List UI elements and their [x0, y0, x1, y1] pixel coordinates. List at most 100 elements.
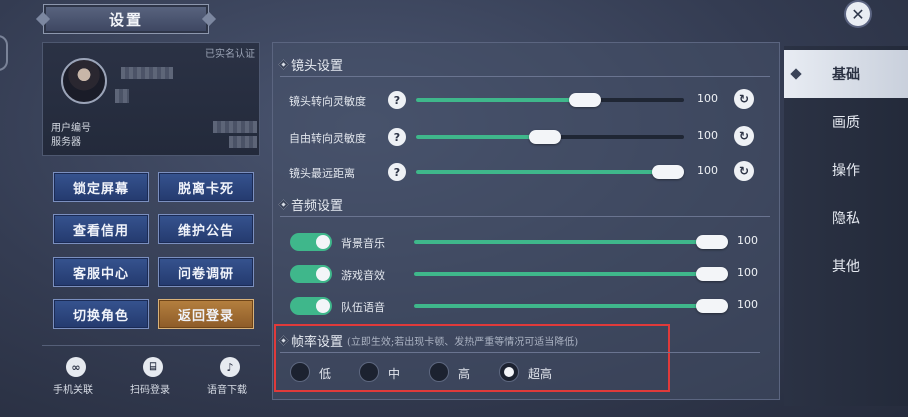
diamond-icon [278, 59, 289, 70]
sfx-toggle[interactable] [290, 265, 332, 283]
music-note-icon[interactable]: ♪ [220, 357, 240, 377]
bgm-volume-slider[interactable] [414, 235, 728, 249]
tab-controls[interactable]: 操作 [784, 146, 908, 194]
divider [42, 345, 260, 346]
redacted-user-id [213, 121, 257, 133]
reset-icon[interactable]: ↻ [734, 89, 754, 109]
survey-button[interactable]: 问卷调研 [158, 257, 254, 287]
unstuck-button[interactable]: 脱离卡死 [158, 172, 254, 202]
sfx-volume-slider[interactable] [414, 267, 728, 281]
maintenance-notice-button[interactable]: 维护公告 [158, 214, 254, 244]
slider-fill [416, 98, 585, 102]
profile-card: 已实名认证 用户编号 服务器 [42, 42, 260, 156]
framerate-high-radio[interactable] [429, 362, 449, 382]
divider [280, 216, 770, 217]
tab-basic[interactable]: 基础 [784, 50, 908, 98]
server-label: 服务器 [51, 137, 81, 148]
switch-character-button[interactable]: 切换角色 [53, 299, 149, 329]
tab-label: 画质 [832, 115, 860, 131]
verified-badge: 已实名认证 [205, 49, 255, 60]
team-voice-label: 队伍语音 [341, 301, 385, 314]
free-turn-sensitivity-slider[interactable] [416, 130, 684, 144]
tab-label: 基础 [832, 67, 860, 83]
scan-icon[interactable]: ⌸ [143, 357, 163, 377]
phone-link-label[interactable]: 手机关联 [53, 381, 93, 396]
settings-tabs: 基础 画质 操作 隐私 其他 [784, 46, 908, 406]
tab-label: 隐私 [832, 211, 860, 227]
slider-handle[interactable] [528, 130, 561, 144]
help-icon[interactable]: ? [388, 163, 406, 181]
slider-fill [416, 170, 684, 174]
camera-section-label: 镜头设置 [291, 59, 344, 74]
slider-fill [414, 272, 728, 276]
audio-section-title: 音频设置 [278, 195, 344, 214]
redacted-name [121, 67, 173, 79]
toggle-knob [316, 267, 330, 281]
framerate-ultra-radio[interactable] [499, 362, 519, 382]
framerate-section-title: 帧率设置 (立即生效;若出现卡顿、发热严重等情况可适当降低) [278, 331, 579, 350]
left-edge-ornament [0, 35, 8, 71]
sfx-label: 游戏音效 [341, 269, 385, 282]
team-voice-volume-value: 100 [737, 298, 758, 311]
camera-section-title: 镜头设置 [278, 55, 344, 74]
slider-fill [416, 135, 545, 139]
reset-icon[interactable]: ↻ [734, 126, 754, 146]
reset-icon[interactable]: ↻ [734, 161, 754, 181]
close-icon[interactable]: ✕ [846, 2, 870, 26]
qr-login-label[interactable]: 扫码登录 [130, 381, 170, 396]
lock-screen-button[interactable]: 锁定屏幕 [53, 172, 149, 202]
redacted-badge [115, 89, 129, 103]
tab-label: 其他 [832, 259, 860, 275]
camera-turn-sensitivity-value: 100 [697, 92, 718, 105]
diamond-icon [278, 335, 289, 346]
help-icon[interactable]: ? [388, 91, 406, 109]
divider [280, 76, 770, 77]
slider-handle[interactable] [696, 235, 728, 249]
bgm-toggle[interactable] [290, 233, 332, 251]
divider [280, 352, 760, 353]
slider-handle[interactable] [568, 93, 601, 107]
bgm-label: 背景音乐 [341, 237, 385, 250]
framerate-high-label[interactable]: 高 [458, 365, 470, 382]
diamond-icon [790, 68, 802, 80]
audio-section-label: 音频设置 [291, 199, 344, 214]
slider-handle[interactable] [652, 165, 684, 179]
avatar[interactable] [61, 58, 107, 104]
sfx-volume-value: 100 [737, 266, 758, 279]
redacted-server [229, 136, 257, 148]
help-icon[interactable]: ? [388, 128, 406, 146]
framerate-mid-radio[interactable] [359, 362, 379, 382]
camera-turn-sensitivity-slider[interactable] [416, 93, 684, 107]
framerate-section-label: 帧率设置 [291, 335, 344, 350]
customer-service-button[interactable]: 客服中心 [53, 257, 149, 287]
slider-handle[interactable] [696, 299, 728, 313]
link-icon[interactable]: ∞ [66, 357, 86, 377]
page-title: 设置 [43, 4, 209, 34]
toggle-knob [316, 299, 330, 313]
framerate-note: (立即生效;若出现卡顿、发热严重等情况可适当降低) [347, 337, 579, 348]
slider-fill [414, 240, 728, 244]
slider-handle[interactable] [696, 267, 728, 281]
tab-other[interactable]: 其他 [784, 242, 908, 290]
team-voice-toggle[interactable] [290, 297, 332, 315]
framerate-ultra-label[interactable]: 超高 [528, 365, 552, 382]
bgm-volume-value: 100 [737, 234, 758, 247]
framerate-low-label[interactable]: 低 [319, 365, 331, 382]
tab-privacy[interactable]: 隐私 [784, 194, 908, 242]
voice-download-label[interactable]: 语音下载 [207, 381, 247, 396]
camera-max-distance-slider[interactable] [416, 165, 684, 179]
team-voice-volume-slider[interactable] [414, 299, 728, 313]
camera-max-distance-value: 100 [697, 164, 718, 177]
return-login-button[interactable]: 返回登录 [158, 299, 254, 329]
free-turn-sensitivity-label: 自由转向灵敏度 [289, 132, 366, 145]
camera-turn-sensitivity-label: 镜头转向灵敏度 [289, 95, 366, 108]
view-credit-button[interactable]: 查看信用 [53, 214, 149, 244]
framerate-low-radio[interactable] [290, 362, 310, 382]
toggle-knob [316, 235, 330, 249]
framerate-mid-label[interactable]: 中 [388, 365, 400, 382]
tab-label: 操作 [832, 163, 860, 179]
user-id-label: 用户编号 [51, 123, 91, 134]
free-turn-sensitivity-value: 100 [697, 129, 718, 142]
camera-max-distance-label: 镜头最远距离 [289, 167, 355, 180]
tab-graphics[interactable]: 画质 [784, 98, 908, 146]
